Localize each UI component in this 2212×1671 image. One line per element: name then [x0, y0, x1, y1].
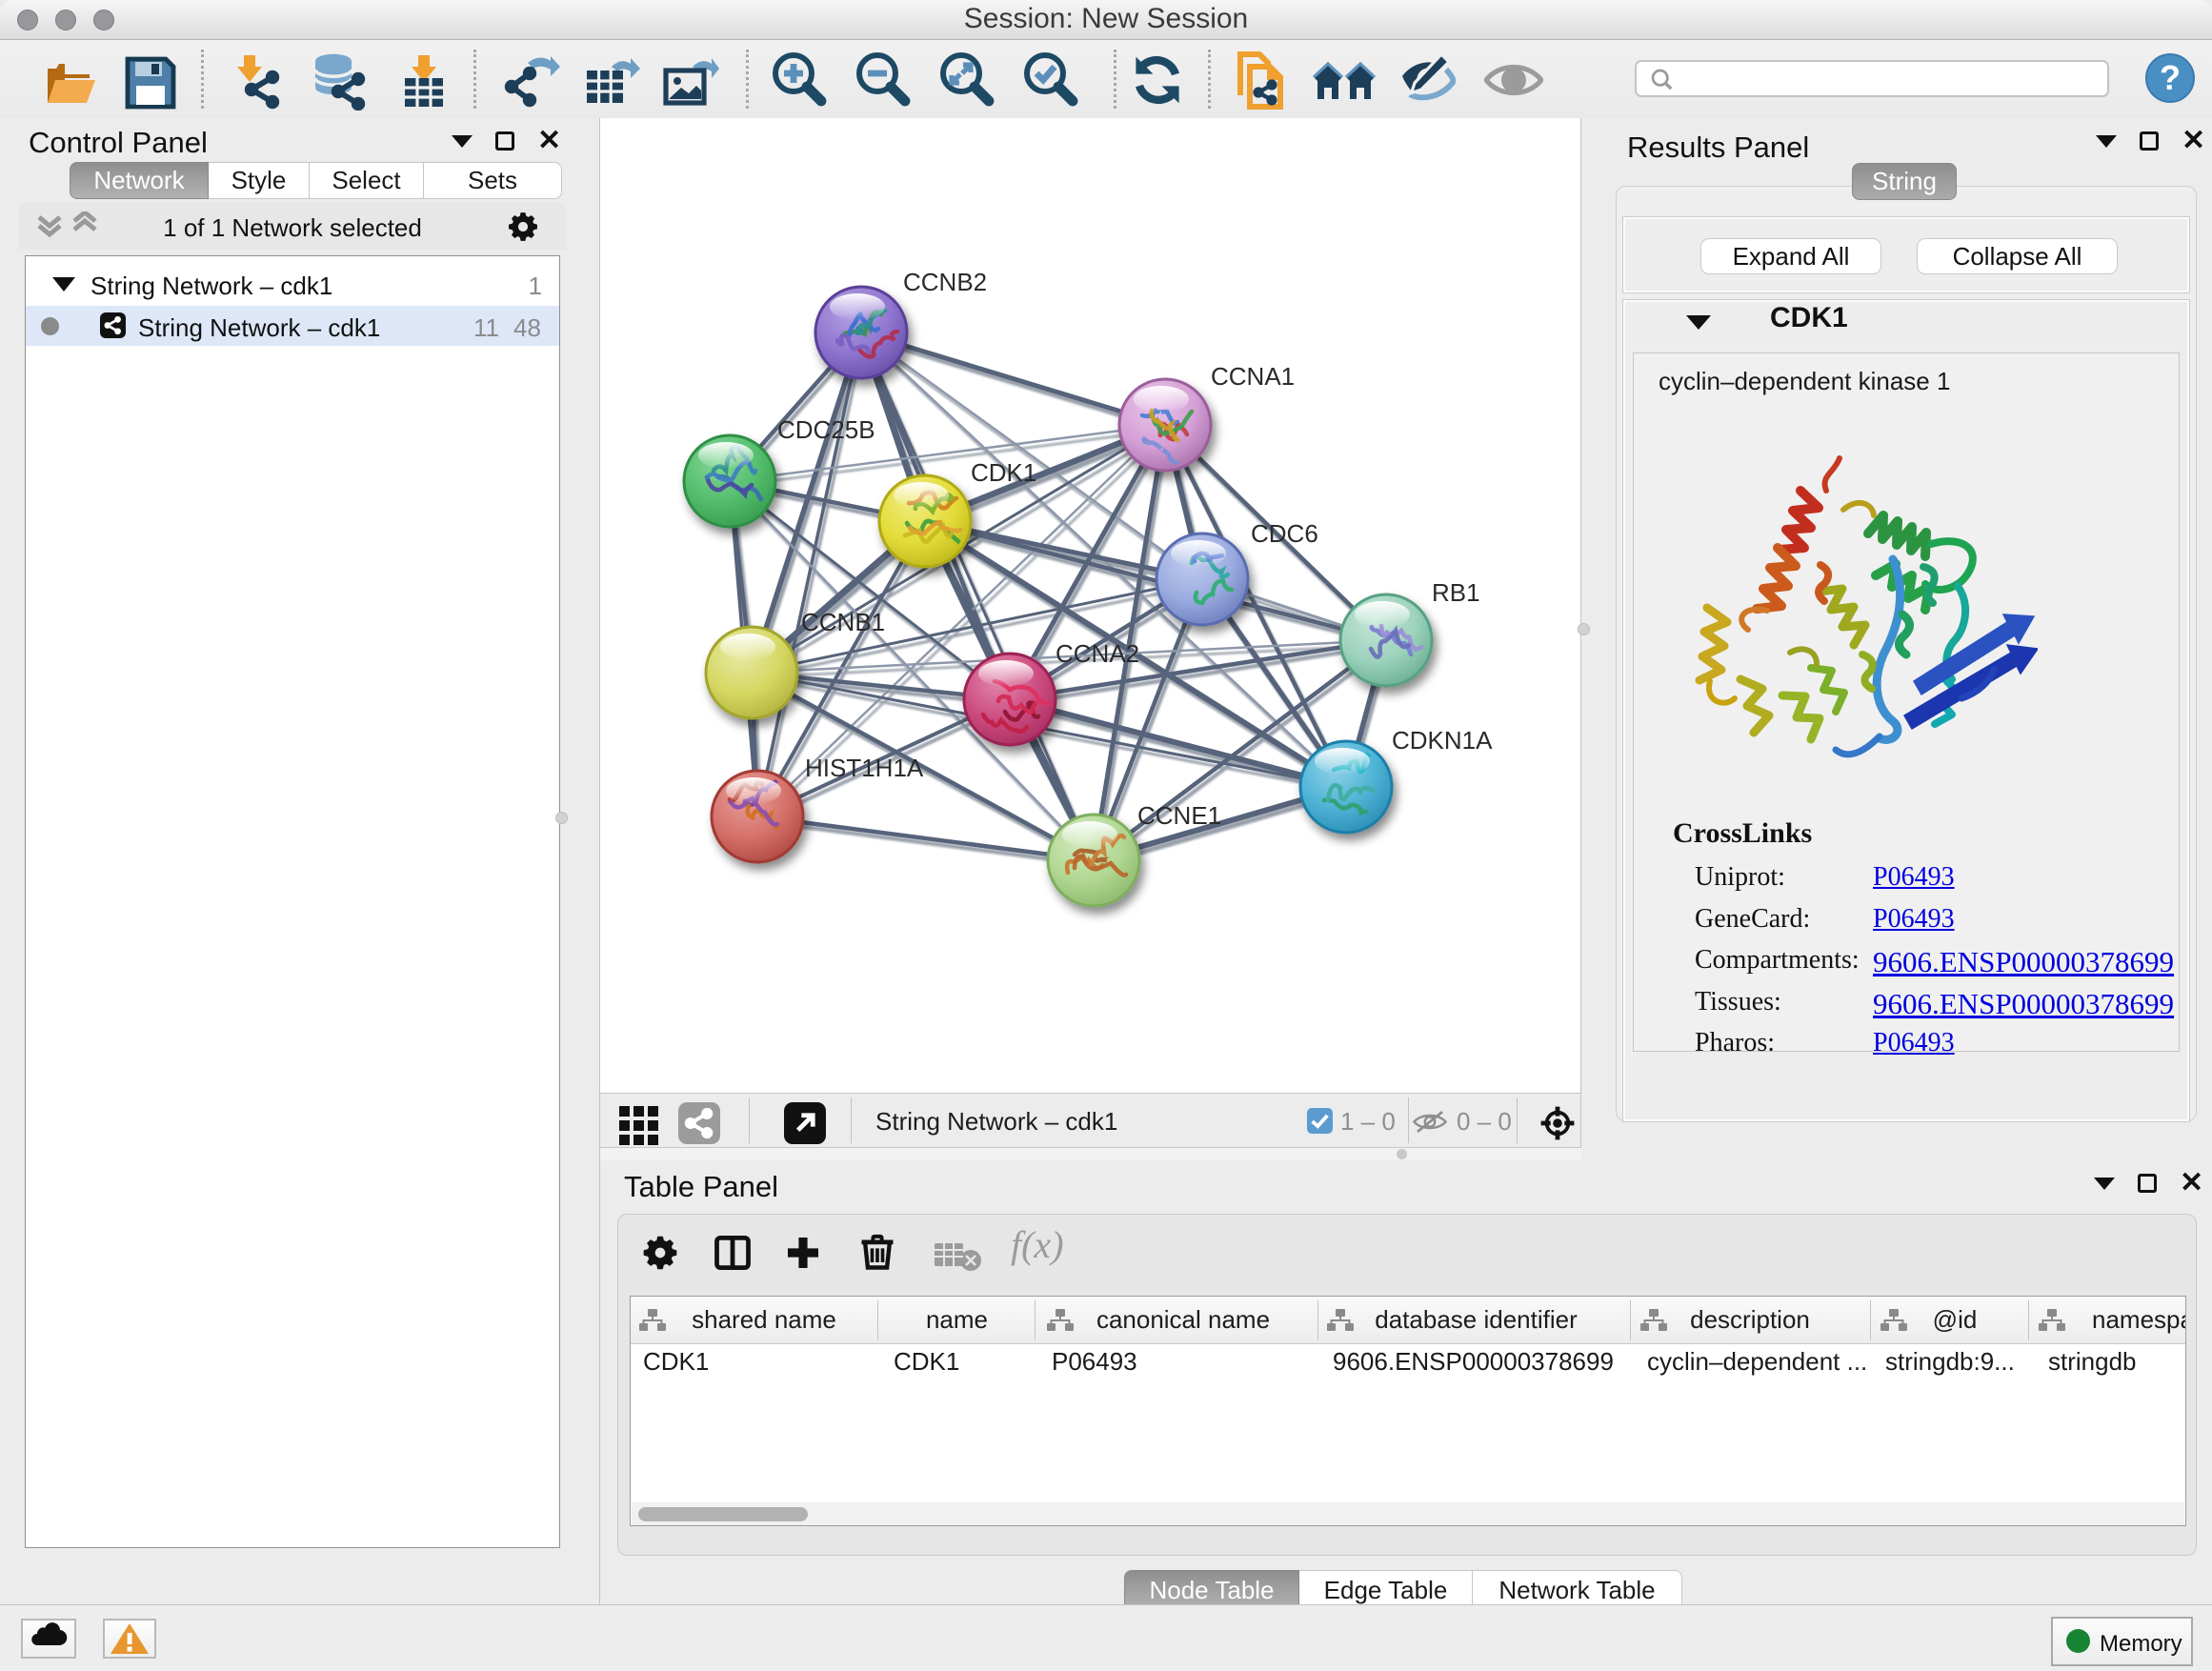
svg-text:CDC6: CDC6: [1251, 519, 1318, 548]
svg-text:HIST1H1A: HIST1H1A: [805, 754, 924, 782]
svg-text:CCNE1: CCNE1: [1137, 801, 1221, 830]
svg-text:RB1: RB1: [1432, 578, 1480, 607]
svg-text:CCNB2: CCNB2: [903, 268, 987, 296]
svg-text:CDC25B: CDC25B: [777, 415, 875, 444]
svg-text:CCNA1: CCNA1: [1211, 362, 1295, 391]
svg-text:CDK1: CDK1: [971, 458, 1036, 487]
svg-text:CCNB1: CCNB1: [801, 608, 885, 636]
svg-text:CDKN1A: CDKN1A: [1392, 726, 1493, 755]
svg-text:CCNA2: CCNA2: [1056, 639, 1139, 668]
